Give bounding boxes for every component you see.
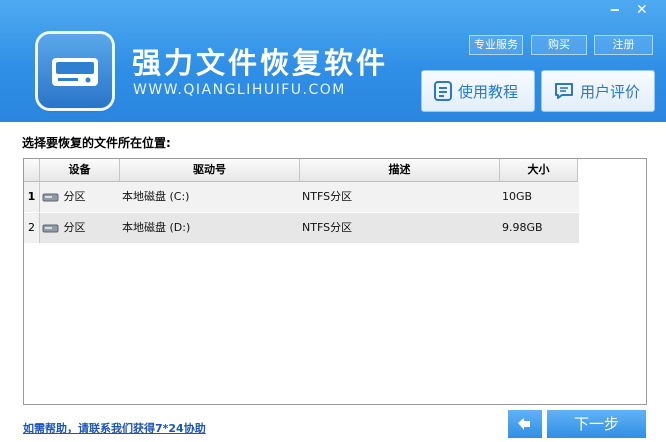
device-cell: 分区 (42, 213, 86, 243)
size-cell: 9.98GB (502, 221, 543, 234)
column-header-description[interactable]: 描述 (300, 159, 500, 182)
document-icon (434, 81, 452, 101)
disk-icon (42, 193, 59, 202)
help-contact-link[interactable]: 如需帮助，请联系我们获得7*24协助 (23, 420, 206, 436)
disk-icon (42, 224, 59, 233)
row-number: 2 (24, 213, 40, 243)
row-number: 1 (24, 182, 40, 212)
app-logo (38, 34, 112, 108)
tutorial-button[interactable]: 使用教程 (421, 70, 535, 112)
location-prompt: 选择要恢复的文件所在位置: (22, 136, 171, 150)
next-step-button[interactable]: 下一步 (547, 410, 646, 438)
comment-icon (555, 83, 573, 99)
app-website: WWW.QIANGLIHUIFU.COM (133, 82, 346, 98)
pro-service-link[interactable]: 专业服务 (469, 35, 523, 55)
column-header-size[interactable]: 大小 (500, 159, 578, 182)
device-type: 分区 (63, 190, 86, 203)
minimize-button[interactable]: ‒ (610, 2, 620, 18)
review-label: 用户评价 (580, 82, 641, 101)
title-bar-header: ‒ ✕ 强力文件恢复软件 WWW.QIANGLIHUIFU.COM 专业服务 购… (0, 0, 666, 122)
buy-link[interactable]: 购买 (531, 35, 587, 55)
back-arrow-icon (518, 418, 530, 430)
drive-table: 设备 驱动号 描述 大小 1 分区 本地磁盘 (C:) NTFS分区 10GB … (23, 158, 647, 405)
table-row[interactable]: 1 分区 本地磁盘 (C:) NTFS分区 10GB (24, 182, 579, 212)
back-button[interactable] (508, 410, 542, 438)
size-cell: 10GB (502, 190, 533, 203)
device-cell: 分区 (42, 182, 86, 212)
hard-drive-icon (52, 58, 98, 86)
close-button[interactable]: ✕ (636, 2, 648, 18)
drive-cell: 本地磁盘 (D:) (122, 221, 191, 234)
drive-cell: 本地磁盘 (C:) (122, 190, 190, 203)
app-title: 强力文件恢复软件 (132, 46, 389, 80)
description-cell: NTFS分区 (302, 190, 353, 203)
register-link[interactable]: 注册 (594, 35, 653, 55)
column-header-drive[interactable]: 驱动号 (120, 159, 300, 182)
description-cell: NTFS分区 (302, 221, 353, 234)
device-type: 分区 (63, 221, 86, 234)
tutorial-label: 使用教程 (458, 82, 519, 101)
header-corner (24, 159, 40, 182)
table-row[interactable]: 2 分区 本地磁盘 (D:) NTFS分区 9.98GB (24, 213, 579, 243)
review-button[interactable]: 用户评价 (541, 70, 655, 112)
column-header-device[interactable]: 设备 (40, 159, 120, 182)
